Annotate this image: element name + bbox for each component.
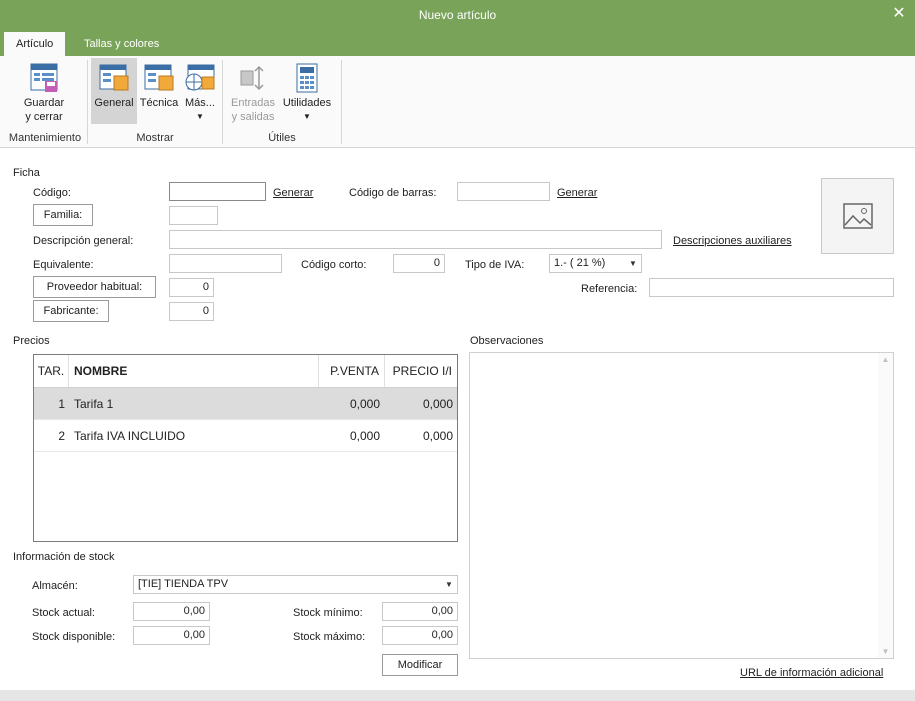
entradas-label-2: y salidas [231,111,275,123]
ficha-heading: Ficha [13,167,40,179]
fabricante-button[interactable]: Fabricante: [33,300,109,322]
window-title: Nuevo artículo [0,0,915,30]
stock-actual-field[interactable]: 0,00 [133,602,210,621]
close-icon[interactable]: ✕ [891,0,907,30]
tecnica-button[interactable]: Técnica [139,58,179,124]
prices-table: TAR. NOMBRE P.VENTA PRECIO I/I 1 Tarifa … [33,354,458,542]
proveedor-habitual-button[interactable]: Proveedor habitual: [33,276,156,298]
utilidades-button[interactable]: Utilidades ▼ [281,58,333,124]
cell-precio-ii: 0,000 [422,429,453,443]
almacen-value: [TIE] TIENDA TPV [138,578,229,590]
equivalente-label: Equivalente: [33,259,94,271]
tab-articulo[interactable]: Artículo [4,32,66,56]
entradas-label-1: Entradas [230,97,276,109]
descripcion-field[interactable] [169,230,662,249]
almacen-label: Almacén: [32,580,78,592]
observaciones-textarea[interactable]: ▲ ▼ [469,352,894,659]
stock-minimo-label: Stock mínimo: [293,607,363,619]
cell-nombre: Tarifa IVA INCLUIDO [74,429,186,443]
chevron-down-icon: ▼ [303,112,311,121]
footer-bar [0,690,915,701]
stock-maximo-field[interactable]: 0,00 [382,626,458,645]
codigo-corto-field[interactable]: 0 [393,254,445,273]
codigo-barras-label: Código de barras: [349,187,437,199]
stock-minimo-field[interactable]: 0,00 [382,602,458,621]
ribbon: Guardar y cerrar Mantenimiento General T… [0,56,915,148]
group-separator [222,60,223,144]
table-row[interactable]: 2 Tarifa IVA INCLUIDO 0,000 0,000 [34,420,457,452]
column-header-nombre[interactable]: NOMBRE [69,355,319,387]
scrollbar[interactable]: ▲ ▼ [878,353,893,658]
proveedor-field[interactable]: 0 [169,278,214,297]
utilidades-label: Utilidades [282,97,332,109]
calculator-icon [296,63,318,93]
chevron-up-icon[interactable]: ▲ [878,355,893,364]
general-icon [99,64,129,91]
stock-disponible-field[interactable]: 0,00 [133,626,210,645]
mas-label: Más... [185,97,215,109]
stock-maximo-label: Stock máximo: [293,631,366,643]
url-info-link[interactable]: URL de información adicional [740,667,883,679]
codigo-corto-label: Código corto: [301,259,367,271]
descripciones-auxiliares-link[interactable]: Descripciones auxiliares [673,235,792,247]
familia-button[interactable]: Familia: [33,204,93,226]
group-mostrar: Mostrar [136,132,174,144]
stock-disponible-label: Stock disponible: [32,631,116,643]
save-close-icon [30,63,58,92]
modificar-button[interactable]: Modificar [382,654,458,676]
precios-heading: Precios [13,335,50,347]
cell-nombre: Tarifa 1 [74,397,114,411]
stock-actual-label: Stock actual: [32,607,95,619]
general-label: General [94,97,134,109]
table-row[interactable]: 1 Tarifa 1 0,000 0,000 [34,388,457,420]
referencia-label: Referencia: [581,283,638,295]
guardar-label-1: Guardar [23,97,65,109]
tab-tallas-colores[interactable]: Tallas y colores [72,32,171,56]
group-separator [341,60,342,144]
guardar-cerrar-button[interactable]: Guardar y cerrar [16,58,72,124]
image-placeholder[interactable] [821,178,894,254]
chevron-down-icon: ▼ [196,112,204,121]
general-button[interactable]: General [91,58,137,124]
tipo-iva-value: 1.- ( 21 %) [554,257,606,269]
image-icon [843,203,873,229]
chevron-down-icon: ▼ [629,259,637,268]
fabricante-field[interactable]: 0 [169,302,214,321]
tecnica-icon [144,64,174,91]
mas-button[interactable]: Más... ▼ [182,58,218,124]
column-header-pventa[interactable]: P.VENTA [319,355,385,387]
group-separator [87,60,88,144]
column-header-tar[interactable]: TAR. [34,355,69,387]
tipo-iva-select[interactable]: 1.- ( 21 %) ▼ [549,254,642,273]
generar-codigo-link[interactable]: Generar [273,187,313,199]
generar-barras-link[interactable]: Generar [557,187,597,199]
chevron-down-icon: ▼ [445,580,453,589]
codigo-field[interactable] [169,182,266,201]
descripcion-label: Descripción general: [33,235,134,247]
mas-icon [185,64,215,91]
column-header-precio-ii[interactable]: PRECIO I/I [385,355,457,387]
stock-heading: Información de stock [13,551,115,563]
entradas-salidas-icon [240,65,264,91]
cell-tar: 2 [58,429,65,443]
tipo-iva-label: Tipo de IVA: [465,259,525,271]
group-utiles: Útiles [268,132,296,144]
equivalente-field[interactable] [169,254,282,273]
cell-pventa: 0,000 [349,397,380,411]
codigo-label: Código: [33,187,71,199]
observaciones-heading: Observaciones [470,335,544,347]
cell-tar: 1 [58,397,65,411]
cell-pventa: 0,000 [349,429,380,443]
group-mantenimiento: Mantenimiento [8,132,82,144]
codigo-barras-field[interactable] [457,182,550,201]
familia-field[interactable] [169,206,218,225]
entradas-salidas-button[interactable]: Entradas y salidas [228,58,278,124]
almacen-select[interactable]: [TIE] TIENDA TPV ▼ [133,575,458,594]
cell-precio-ii: 0,000 [422,397,453,411]
chevron-down-icon[interactable]: ▼ [878,647,893,656]
tab-strip: Artículo Tallas y colores [0,30,915,56]
guardar-label-2: y cerrar [25,111,63,123]
referencia-field[interactable] [649,278,894,297]
tecnica-label: Técnica [139,97,179,109]
